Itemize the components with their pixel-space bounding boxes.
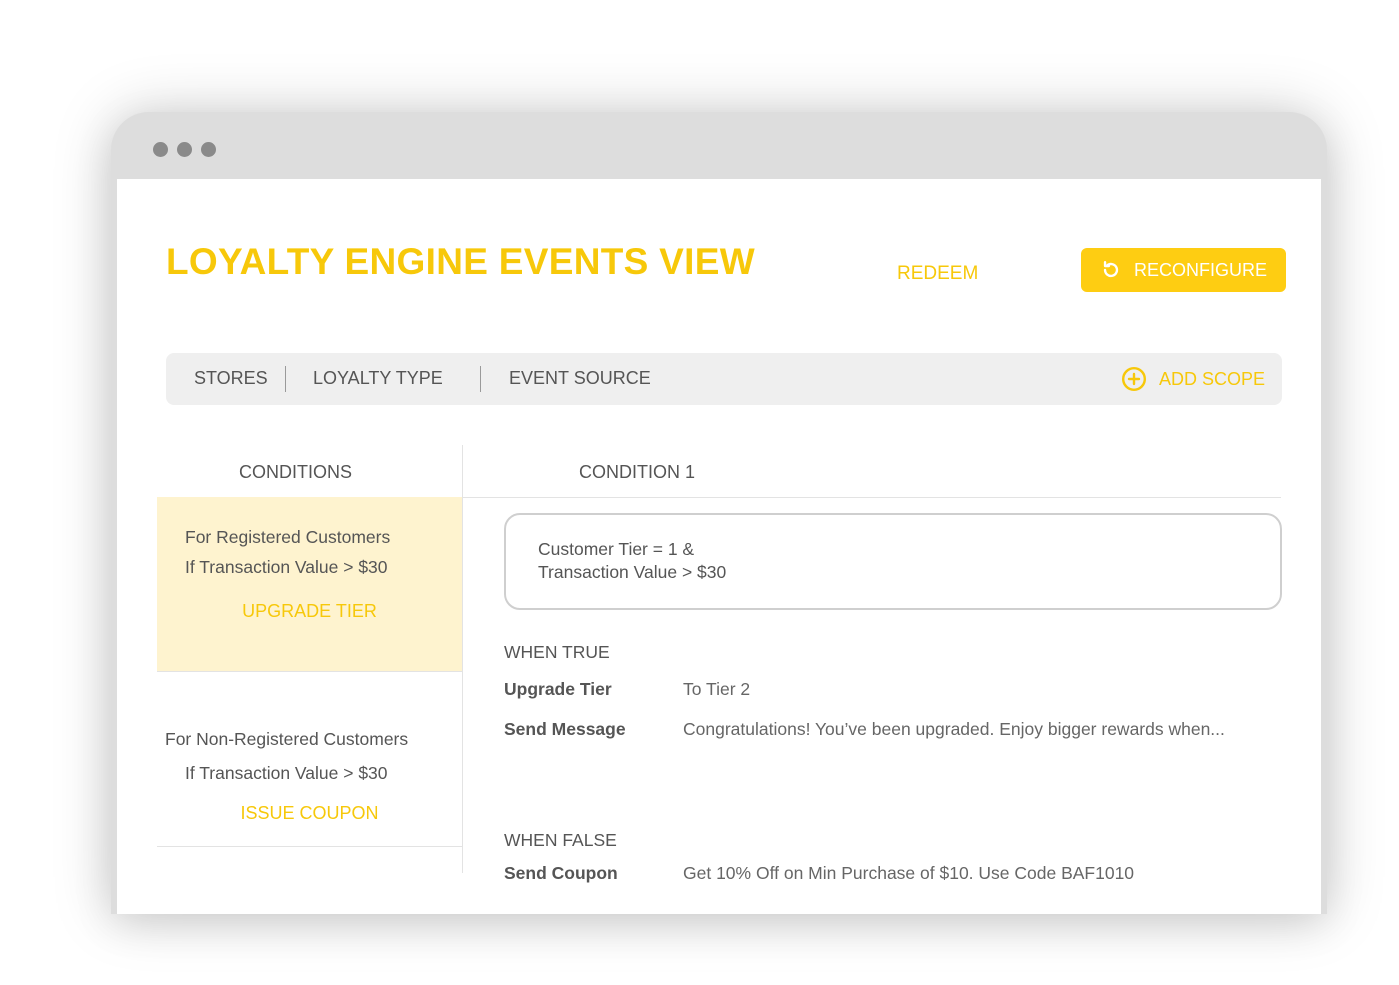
reconfigure-label: RECONFIGURE (1133, 259, 1267, 280)
window-controls (153, 142, 216, 157)
scope-event-source[interactable]: EVENT SOURCE (509, 368, 651, 389)
conditions-header: CONDITIONS (239, 462, 353, 482)
refresh-icon (1100, 259, 1122, 281)
add-scope-label: ADD SCOPE (1159, 368, 1266, 389)
page-content: LOYALTY ENGINE EVENTS VIEW REDEEM RECONF… (117, 179, 1321, 914)
reconfigure-button[interactable]: RECONFIGURE (1081, 248, 1286, 292)
window-dot-icon[interactable] (201, 142, 216, 157)
panel-divider (462, 445, 463, 873)
condition-card-audience: For Non-Registered Customers (165, 729, 409, 749)
condition-card-rule: If Transaction Value > $30 (185, 763, 388, 783)
card-divider (157, 846, 462, 847)
condition-card-rule: If Transaction Value > $30 (185, 557, 388, 577)
browser-window: LOYALTY ENGINE EVENTS VIEW REDEEM RECONF… (111, 112, 1327, 914)
scope-bar: STORES LOYALTY TYPE EVENT SOURCE ADD SCO… (166, 353, 1282, 405)
action-value-upgrade-tier: To Tier 2 (683, 679, 751, 699)
scope-divider (285, 366, 286, 392)
page-title: LOYALTY ENGINE EVENTS VIEW (166, 241, 755, 282)
scope-divider (480, 366, 481, 392)
action-label-send-message: Send Message (504, 719, 626, 739)
condition-expression-line: Customer Tier = 1 & (538, 539, 695, 559)
scope-stores[interactable]: STORES (194, 368, 268, 389)
when-true-label: WHEN TRUE (504, 642, 610, 662)
condition-card-action: UPGRADE TIER (242, 601, 377, 621)
window-dot-icon[interactable] (153, 142, 168, 157)
window-dot-icon[interactable] (177, 142, 192, 157)
plus-circle-icon (1121, 366, 1147, 392)
condition-card-registered[interactable]: For Registered Customers If Transaction … (157, 497, 462, 671)
action-value-send-message: Congratulations! You’ve been upgraded. E… (683, 719, 1225, 739)
condition-expression-box: Customer Tier = 1 & Transaction Value > … (504, 513, 1282, 610)
condition-card-action: ISSUE COUPON (240, 803, 379, 823)
condition-card-audience: For Registered Customers (185, 527, 391, 547)
redeem-link[interactable]: REDEEM (897, 263, 978, 285)
action-label-upgrade-tier: Upgrade Tier (504, 679, 612, 699)
add-scope-button[interactable]: ADD SCOPE (1121, 366, 1265, 392)
action-value-send-coupon: Get 10% Off on Min Purchase of $10. Use … (683, 863, 1135, 883)
condition-detail-header: CONDITION 1 (579, 462, 696, 482)
when-false-label: WHEN FALSE (504, 830, 617, 850)
action-label-send-coupon: Send Coupon (504, 863, 618, 883)
condition-card-non-registered[interactable]: For Non-Registered Customers If Transact… (157, 672, 462, 846)
condition-expression-line: Transaction Value > $30 (538, 562, 727, 582)
scope-loyalty-type[interactable]: LOYALTY TYPE (313, 368, 443, 389)
